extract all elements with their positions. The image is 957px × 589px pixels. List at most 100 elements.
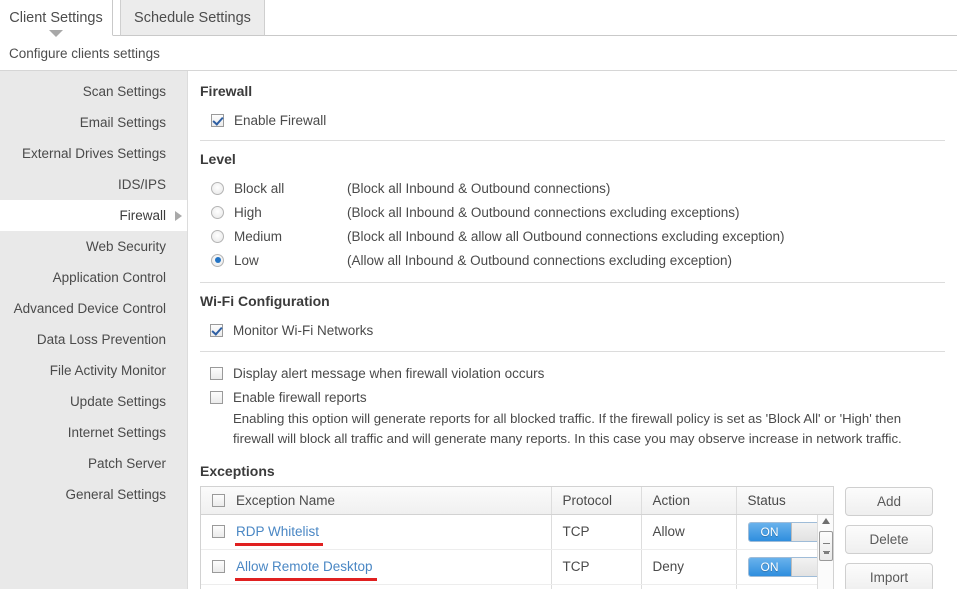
import-button[interactable]: Import	[845, 563, 933, 589]
column-header-status: Status	[736, 487, 833, 515]
page-subtitle-text: Configure clients settings	[9, 45, 160, 61]
level-label-medium: Medium	[234, 228, 283, 244]
sidebar-item-external-drives-settings[interactable]: External Drives Settings	[0, 138, 187, 169]
chevron-right-icon	[175, 210, 182, 221]
enable-firewall-label: Enable Firewall	[234, 112, 327, 128]
cell-exception-name: Allow Remote Desktop	[201, 549, 552, 585]
sidebar-item-label: Data Loss Prevention	[36, 332, 166, 347]
tab-schedule-settings[interactable]: Schedule Settings	[120, 0, 265, 36]
column-header-action-label: Action	[652, 492, 691, 508]
delete-button[interactable]: Delete	[845, 525, 933, 554]
sidebar-item-label: Email Settings	[79, 115, 166, 130]
enable-reports-checkbox[interactable]	[210, 390, 223, 404]
sidebar-item-label: Firewall	[119, 208, 166, 223]
enable-firewall-row[interactable]: Enable Firewall	[200, 108, 945, 132]
level-label-low: Low	[234, 252, 259, 268]
sidebar-item-label: Web Security	[85, 239, 166, 254]
row-select-checkbox[interactable]	[212, 525, 225, 538]
exceptions-button-column: Add Delete Import Export	[845, 486, 933, 589]
sidebar-item-label: External Drives Settings	[21, 146, 166, 161]
display-alert-checkbox[interactable]	[210, 366, 223, 380]
cell-action: Deny	[641, 549, 737, 585]
exceptions-table-container: Exception Name Protocol Action Status RD…	[200, 486, 834, 589]
display-alert-row[interactable]: Display alert message when firewall viol…	[200, 361, 945, 385]
sidebar-item-general-settings[interactable]: General Settings	[0, 479, 187, 510]
level-radio-high[interactable]	[211, 205, 224, 219]
level-radio-low[interactable]	[211, 253, 224, 267]
level-option-low[interactable]: Low (Allow all Inbound & Outbound connec…	[200, 248, 945, 272]
tab-strip: Client Settings Schedule Settings	[0, 0, 957, 37]
row-select-checkbox[interactable]	[212, 560, 225, 573]
sidebar-item-label: Advanced Device Control	[13, 301, 166, 316]
table-row[interactable]: Allow File Sharing over UDP - Inbound UD…	[201, 584, 833, 589]
cell-action: Allow	[641, 514, 737, 550]
status-toggle[interactable]: ON	[747, 521, 820, 542]
level-desc-low: (Allow all Inbound & Outbound connection…	[347, 252, 732, 268]
table-vertical-scrollbar[interactable]	[817, 515, 833, 589]
enable-firewall-checkbox[interactable]	[211, 113, 224, 127]
sidebar-item-firewall[interactable]: Firewall	[0, 200, 187, 231]
sidebar-item-advanced-device-control[interactable]: Advanced Device Control	[0, 293, 187, 324]
column-header-protocol: Protocol	[551, 487, 642, 515]
level-option-medium[interactable]: Medium (Block all Inbound & allow all Ou…	[200, 224, 945, 248]
content-panel: Firewall Enable Firewall Level Block all…	[188, 71, 957, 589]
sidebar-item-label: Application Control	[52, 270, 166, 285]
column-header-exception-name: Exception Name	[201, 487, 552, 515]
divider	[200, 140, 945, 141]
level-option-high[interactable]: High (Block all Inbound & Outbound conne…	[200, 200, 945, 224]
sidebar-item-data-loss-prevention[interactable]: Data Loss Prevention	[0, 324, 187, 355]
level-radio-medium[interactable]	[211, 229, 224, 243]
column-header-exception-name-label: Exception Name	[236, 492, 336, 508]
select-all-checkbox[interactable]	[212, 493, 225, 507]
page-body: Scan Settings Email Settings External Dr…	[0, 71, 957, 589]
level-label-high: High	[234, 204, 262, 220]
sidebar-item-application-control[interactable]: Application Control	[0, 262, 187, 293]
sidebar-item-internet-settings[interactable]: Internet Settings	[0, 417, 187, 448]
exceptions-table: Exception Name Protocol Action Status RD…	[201, 487, 833, 589]
table-row[interactable]: Allow Remote Desktop TCP Deny ON	[201, 549, 833, 585]
wifi-section-title: Wi-Fi Configuration	[200, 293, 330, 309]
divider	[200, 282, 945, 283]
monitor-wifi-label: Monitor Wi-Fi Networks	[233, 322, 374, 338]
enable-reports-row[interactable]: Enable firewall reports	[200, 385, 945, 409]
sidebar-item-update-settings[interactable]: Update Settings	[0, 386, 187, 417]
table-row[interactable]: RDP Whitelist TCP Allow ON	[201, 514, 833, 550]
firewall-section-title: Firewall	[200, 83, 253, 99]
scrollbar-thumb[interactable]	[819, 531, 833, 561]
column-header-protocol-label: Protocol	[562, 492, 613, 508]
scroll-up-arrow-icon[interactable]	[821, 518, 830, 524]
enable-reports-label: Enable firewall reports	[233, 389, 367, 405]
cell-exception-name: Allow File Sharing over UDP - Inbound	[201, 584, 552, 589]
cell-action: Allow	[641, 584, 737, 589]
sidebar-item-patch-server[interactable]: Patch Server	[0, 448, 187, 479]
chevron-down-icon[interactable]	[49, 30, 63, 37]
tab-schedule-settings-label: Schedule Settings	[134, 9, 251, 26]
divider	[200, 351, 945, 352]
sidebar-item-label: IDS/IPS	[117, 177, 166, 192]
exceptions-section: Exceptions Exception Name Protocol Actio…	[200, 463, 945, 589]
sidebar-item-web-security[interactable]: Web Security	[0, 231, 187, 262]
level-option-block-all[interactable]: Block all (Block all Inbound & Outbound …	[200, 176, 945, 200]
sidebar-item-label: Patch Server	[87, 456, 166, 471]
status-toggle-knob	[790, 557, 819, 576]
exceptions-title: Exceptions	[200, 463, 275, 479]
level-label-block-all: Block all	[234, 180, 285, 196]
sidebar-item-label: Internet Settings	[67, 425, 166, 440]
level-radio-block-all[interactable]	[211, 181, 224, 195]
level-section-title: Level	[200, 151, 236, 167]
sidebar-item-file-activity-monitor[interactable]: File Activity Monitor	[0, 355, 187, 386]
sidebar-item-email-settings[interactable]: Email Settings	[0, 107, 187, 138]
table-header-row: Exception Name Protocol Action Status	[201, 487, 833, 515]
status-toggle[interactable]: ON	[747, 556, 820, 577]
sidebar: Scan Settings Email Settings External Dr…	[0, 71, 188, 589]
monitor-wifi-checkbox[interactable]	[210, 323, 223, 337]
exception-name-link[interactable]: Allow Remote Desktop	[235, 559, 377, 581]
add-button[interactable]: Add	[845, 487, 933, 516]
sidebar-item-label: Update Settings	[69, 394, 166, 409]
exception-name-link[interactable]: RDP Whitelist	[234, 524, 324, 546]
monitor-wifi-row[interactable]: Monitor Wi-Fi Networks	[200, 318, 945, 342]
sidebar-item-scan-settings[interactable]: Scan Settings	[0, 76, 187, 107]
cell-protocol: TCP	[551, 514, 642, 550]
sidebar-item-ids-ips[interactable]: IDS/IPS	[0, 169, 187, 200]
firewall-reports-note: Enabling this option will generate repor…	[233, 411, 902, 446]
